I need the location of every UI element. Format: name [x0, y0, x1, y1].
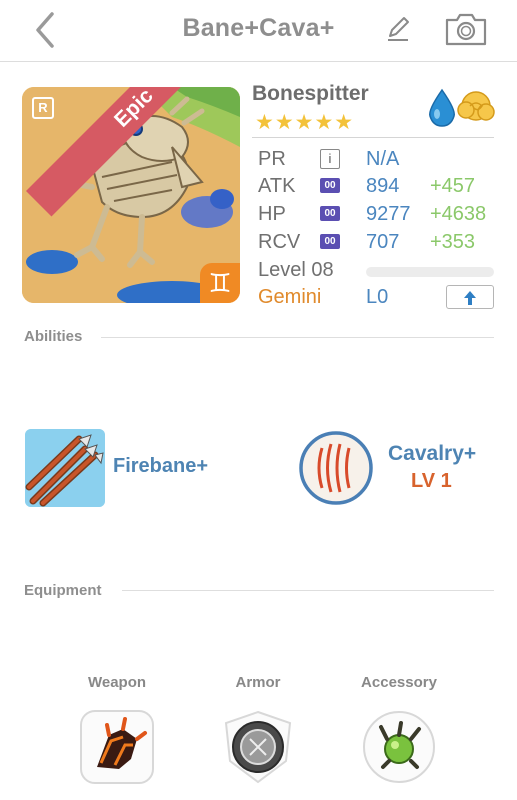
water-drop-icon: [429, 88, 455, 127]
stat-bonus: +457: [430, 175, 476, 197]
stat-plus-badge: 00: [320, 234, 340, 249]
equip-label-accessory: Accessory: [361, 674, 437, 691]
ability-level: LV 1: [411, 470, 452, 492]
zodiac-label: Gemini: [258, 286, 322, 308]
arrow-up-icon: [464, 290, 476, 305]
monster-name: Bonespitter: [252, 82, 369, 105]
stat-label: RCV: [258, 231, 301, 253]
stat-label: HP: [258, 203, 286, 225]
camera-icon: [445, 13, 487, 46]
stat-value: 9277: [366, 203, 411, 225]
shield-icon: [224, 710, 292, 784]
stat-value: 894: [366, 175, 400, 197]
camera-button[interactable]: [444, 11, 488, 47]
stat-row-sign: Gemini L0: [258, 284, 498, 310]
edit-button[interactable]: [384, 14, 412, 44]
divider: [252, 137, 494, 138]
upgrade-button[interactable]: [446, 285, 494, 309]
monster-portrait[interactable]: Epic R ♊: [22, 87, 240, 303]
weapon-slot[interactable]: [79, 709, 155, 785]
star-rating: ★★★★★: [255, 111, 355, 134]
claw-marks-icon: [299, 431, 373, 505]
stat-bonus: +4638: [430, 203, 487, 225]
page-title: Bane+Cava+: [182, 14, 335, 42]
stat-label: ATK: [258, 175, 296, 197]
green-orb-icon: [363, 711, 435, 783]
ability-name[interactable]: Firebane+: [113, 455, 208, 478]
abilities-header: Abilities: [24, 328, 83, 345]
stat-value: 707: [366, 231, 400, 253]
stat-plus-badge: 00: [320, 206, 340, 221]
firebane-ability[interactable]: [25, 429, 105, 507]
armor-slot[interactable]: [220, 709, 296, 785]
top-bar: Bane+Cava+: [0, 0, 517, 62]
gemini-icon: ♊: [200, 263, 240, 303]
divider: [101, 337, 494, 338]
equip-label-armor: Armor: [235, 674, 281, 691]
zodiac-level: L0: [366, 286, 389, 308]
lava-claw-icon: [80, 710, 154, 784]
equip-label-weapon: Weapon: [87, 674, 147, 691]
info-icon[interactable]: i: [320, 149, 340, 169]
stat-plus-badge: 00: [320, 178, 340, 193]
stat-value: N/A: [366, 148, 400, 170]
stat-row-level: Level 08: [258, 257, 498, 283]
ability-name[interactable]: Cavalry+: [388, 442, 476, 466]
stat-bonus: +353: [430, 231, 476, 253]
cavalry-ability[interactable]: [298, 430, 374, 506]
arrows-icon: [25, 429, 105, 507]
stat-label: PR: [258, 148, 286, 170]
divider: [122, 590, 494, 591]
level-progress-bar: [366, 267, 494, 277]
accessory-slot[interactable]: [361, 709, 437, 785]
pencil-icon: [388, 17, 409, 41]
cloud-icon: [457, 91, 495, 121]
level-label: Level 08: [258, 259, 334, 281]
rank-badge: R: [32, 97, 54, 119]
element-icons: [424, 86, 496, 128]
equipment-header: Equipment: [24, 582, 102, 599]
